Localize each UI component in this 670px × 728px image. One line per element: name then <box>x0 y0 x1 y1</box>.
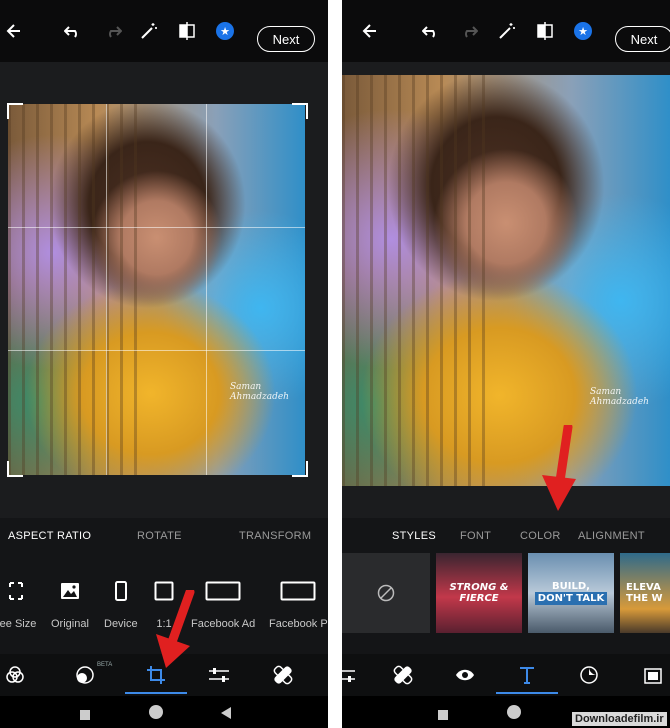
option-label: Facebook Ad <box>191 618 256 630</box>
looks-icon[interactable] <box>4 664 26 686</box>
crop-grid-line <box>106 104 107 475</box>
watermark: Downloadefilm.ir <box>572 712 667 726</box>
home-icon[interactable] <box>148 704 164 725</box>
next-button[interactable]: Next <box>257 26 315 52</box>
premium-star-icon[interactable]: ★ <box>572 20 594 42</box>
landscape-rect-icon <box>280 576 316 606</box>
style-none[interactable] <box>342 553 430 633</box>
option-facebook-ad[interactable]: Facebook Ad <box>191 576 255 630</box>
photo-signature: Saman Ahmadzadeh <box>590 387 649 407</box>
style-build-dont-talk[interactable]: BUILD, DON'T TALK <box>528 553 614 633</box>
crop-handle-bottom-left[interactable] <box>7 461 23 477</box>
back-arrow-icon[interactable] <box>2 20 24 42</box>
crop-canvas: Saman Ahmadzadeh <box>0 62 328 518</box>
option-device[interactable]: Device <box>104 576 138 630</box>
right-screen: ★ Next Saman Ahmadzadeh STYLES FONT COLO… <box>342 0 670 728</box>
option-original[interactable]: Original <box>51 576 89 630</box>
fence-texture <box>342 75 490 486</box>
crop-handle-top-left[interactable] <box>7 103 23 119</box>
back-icon[interactable] <box>220 706 232 724</box>
redo-icon[interactable] <box>102 20 124 42</box>
active-tool-indicator <box>125 692 187 694</box>
magic-wand-icon[interactable] <box>496 20 518 42</box>
photo: Saman Ahmadzadeh <box>8 104 305 475</box>
crop-handle-bottom-right[interactable] <box>292 461 308 477</box>
fence-texture <box>8 104 142 475</box>
premium-star-icon[interactable]: ★ <box>214 20 236 42</box>
adjustments-icon[interactable] <box>208 664 230 686</box>
option-facebook-post[interactable]: Facebook P <box>269 576 328 630</box>
signature-line-2: Ahmadzadeh <box>230 392 289 402</box>
image-icon <box>60 576 80 606</box>
thumb-text-line-1: STRONG & <box>449 582 509 593</box>
beta-badge: BETA <box>97 662 113 668</box>
thumb-text-line-1: BUILD, <box>552 581 590 592</box>
signature-line-2: Ahmadzadeh <box>590 397 649 407</box>
free-size-icon <box>0 576 34 606</box>
red-arrow-annotation <box>542 425 576 511</box>
tab-font[interactable]: FONT <box>460 530 491 542</box>
option-label: Facebook P <box>269 618 328 630</box>
bottom-tool-bar <box>342 654 670 696</box>
text-canvas: Saman Ahmadzadeh <box>342 62 670 518</box>
recents-icon[interactable] <box>80 707 90 725</box>
magic-wand-icon[interactable] <box>138 20 160 42</box>
option-label: Original <box>51 618 89 630</box>
crop-handle-top-right[interactable] <box>292 103 308 119</box>
tab-rotate[interactable]: ROTATE <box>137 530 182 542</box>
tab-aspect-ratio[interactable]: ASPECT RATIO <box>8 530 91 542</box>
crop-grid-line <box>8 227 305 228</box>
active-tool-indicator <box>496 692 558 694</box>
option-label: ree Size <box>0 618 37 630</box>
text-tool-icon[interactable] <box>516 664 538 686</box>
next-button[interactable]: Next <box>615 26 670 52</box>
phone-icon <box>114 576 127 606</box>
red-arrow-annotation <box>156 590 195 668</box>
crop-tabs: ASPECT RATIO ROTATE TRANSFORM <box>0 518 328 554</box>
signature-line-1: Saman <box>590 387 622 397</box>
photo-signature: Saman Ahmadzadeh <box>230 382 289 402</box>
text-tabs: STYLES FONT COLOR ALIGNMENT <box>342 518 670 554</box>
system-nav-bar <box>0 696 328 728</box>
top-toolbar: ★ Next <box>0 0 328 62</box>
undo-icon[interactable] <box>420 20 442 42</box>
recents-icon[interactable] <box>438 707 448 725</box>
bandage-icon[interactable] <box>392 664 414 686</box>
tab-alignment[interactable]: ALIGNMENT <box>578 530 645 542</box>
tab-color[interactable]: COLOR <box>520 530 561 542</box>
undo-icon[interactable] <box>62 20 84 42</box>
crop-grid-line <box>8 350 305 351</box>
landscape-rect-icon <box>205 576 241 606</box>
thumb-text-line-2: FIERCE <box>459 593 499 604</box>
sticker-icon[interactable] <box>578 664 600 686</box>
back-arrow-icon[interactable] <box>358 20 380 42</box>
option-label: Device <box>104 618 138 630</box>
left-screen: ★ Next Saman Ahmadzadeh ASPECT RATIO ROT… <box>0 0 328 728</box>
frame-icon[interactable] <box>642 664 664 686</box>
thumb-text-line-1: ELEVA <box>626 582 661 593</box>
tab-styles[interactable]: STYLES <box>392 530 436 542</box>
adjustments-icon[interactable] <box>342 664 356 686</box>
home-icon[interactable] <box>506 704 522 725</box>
style-elevate[interactable]: ELEVA THE W <box>620 553 670 633</box>
photo: Saman Ahmadzadeh <box>342 75 670 486</box>
tab-transform[interactable]: TRANSFORM <box>239 530 311 542</box>
no-style-icon <box>377 584 395 602</box>
thumb-text-line-2: DON'T TALK <box>534 592 608 605</box>
bandage-icon[interactable] <box>272 664 294 686</box>
healing-icon[interactable] <box>74 664 96 686</box>
compare-icon[interactable] <box>176 20 198 42</box>
redo-icon[interactable] <box>458 20 480 42</box>
eye-icon[interactable] <box>454 664 476 686</box>
signature-line-1: Saman <box>230 382 262 392</box>
crop-grid-line <box>206 104 207 475</box>
compare-icon[interactable] <box>534 20 556 42</box>
top-toolbar: ★ Next <box>342 0 670 62</box>
thumb-text-line-2: THE W <box>626 593 663 604</box>
option-free-size[interactable]: ree Size <box>0 576 36 630</box>
style-strong-fierce[interactable]: STRONG & FIERCE <box>436 553 522 633</box>
